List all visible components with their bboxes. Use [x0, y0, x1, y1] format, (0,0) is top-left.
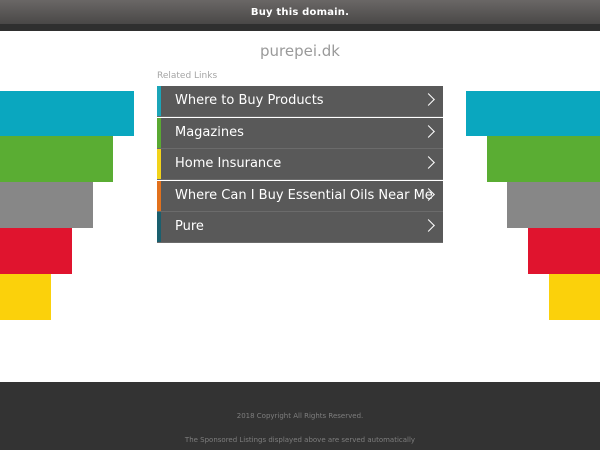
related-links-list: Where to Buy Products Magazines Home Ins… [157, 86, 443, 244]
link-accent [157, 180, 161, 211]
chevron-right-icon [422, 156, 435, 170]
chevron-right-icon [422, 219, 435, 233]
related-link-item[interactable]: Where to Buy Products [157, 86, 443, 117]
link-accent [157, 212, 161, 243]
left-bar-green [0, 136, 113, 182]
link-accent [157, 117, 161, 148]
left-bar-red [0, 228, 72, 274]
left-bar-gray [0, 182, 93, 228]
link-label[interactable]: Home Insurance [175, 156, 281, 171]
chevron-right-icon [422, 93, 435, 106]
link-label[interactable]: Pure [175, 219, 204, 234]
footer-sponsored-text: The Sponsored Listings displayed above a… [184, 436, 416, 444]
left-bar-yellow [0, 274, 51, 320]
buy-domain-link[interactable]: Buy this domain. [251, 7, 349, 18]
link-label[interactable]: Where to Buy Products [175, 93, 324, 108]
link-accent [157, 86, 161, 116]
related-link-item[interactable]: Magazines [157, 117, 443, 149]
related-link-item[interactable]: Where Can I Buy Essential Oils Near Me [157, 180, 443, 212]
right-bar-red [528, 228, 600, 274]
right-bar-green [487, 136, 600, 182]
link-label[interactable]: Where Can I Buy Essential Oils Near Me [175, 188, 433, 203]
right-bar-cyan [466, 91, 600, 136]
link-label[interactable]: Magazines [175, 125, 244, 140]
footer-copyright: 2018 Copyright All Rights Reserved. [236, 412, 364, 420]
domain-title: purepei.dk [260, 42, 340, 60]
related-link-item[interactable]: Pure [157, 212, 443, 244]
right-bar-yellow [549, 274, 600, 320]
left-bar-cyan [0, 91, 134, 136]
related-link-item[interactable]: Home Insurance [157, 149, 443, 181]
right-bar-gray [507, 182, 600, 228]
related-links-heading: Related Links [157, 71, 218, 81]
chevron-right-icon [422, 124, 435, 138]
link-accent [157, 149, 161, 180]
footer: 2018 Copyright All Rights Reserved. The … [0, 382, 600, 450]
top-bar: Buy this domain. [0, 0, 600, 31]
